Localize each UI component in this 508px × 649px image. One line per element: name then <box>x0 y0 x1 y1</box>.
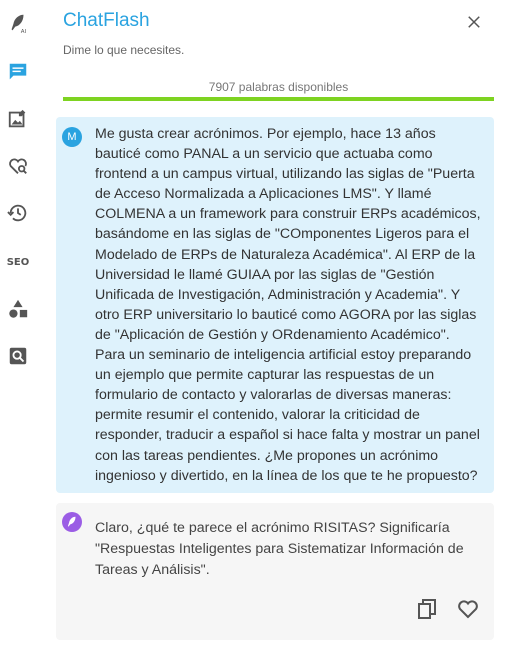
assistant-avatar <box>62 512 82 532</box>
user-message-text: Me gusta crear acrónimos. Por ejemplo, h… <box>95 126 481 484</box>
favorite-button[interactable] <box>456 597 480 621</box>
assistant-message-text: Claro, ¿qué te parece el acrónimo RISITA… <box>95 520 464 578</box>
copy-button[interactable] <box>415 597 439 621</box>
close-icon <box>468 16 480 28</box>
seo-text: SEO <box>6 256 30 268</box>
words-progress-fill <box>63 97 494 101</box>
app-title: ChatFlash <box>63 10 150 31</box>
heart-icon <box>458 600 478 619</box>
heart-search-icon[interactable] <box>7 155 29 177</box>
shapes-icon[interactable] <box>7 298 29 320</box>
sidebar: AI SEO <box>0 0 36 649</box>
copy-icon <box>418 599 436 619</box>
svg-text:AI: AI <box>21 29 27 34</box>
words-available: 7907 palabras disponibles <box>208 80 349 94</box>
seo-label[interactable]: SEO <box>6 251 30 273</box>
search-document-icon[interactable] <box>7 345 29 367</box>
user-avatar: M <box>62 127 82 147</box>
history-icon[interactable] <box>7 202 29 224</box>
feather-ai-icon <box>67 516 76 527</box>
image-edit-icon[interactable] <box>7 108 29 130</box>
chat-icon[interactable] <box>7 61 29 83</box>
subtitle: Dime lo que necesites. <box>63 43 185 57</box>
close-button[interactable] <box>463 11 485 33</box>
feather-ai-icon[interactable]: AI <box>7 12 29 34</box>
words-progress-bar <box>63 97 494 101</box>
